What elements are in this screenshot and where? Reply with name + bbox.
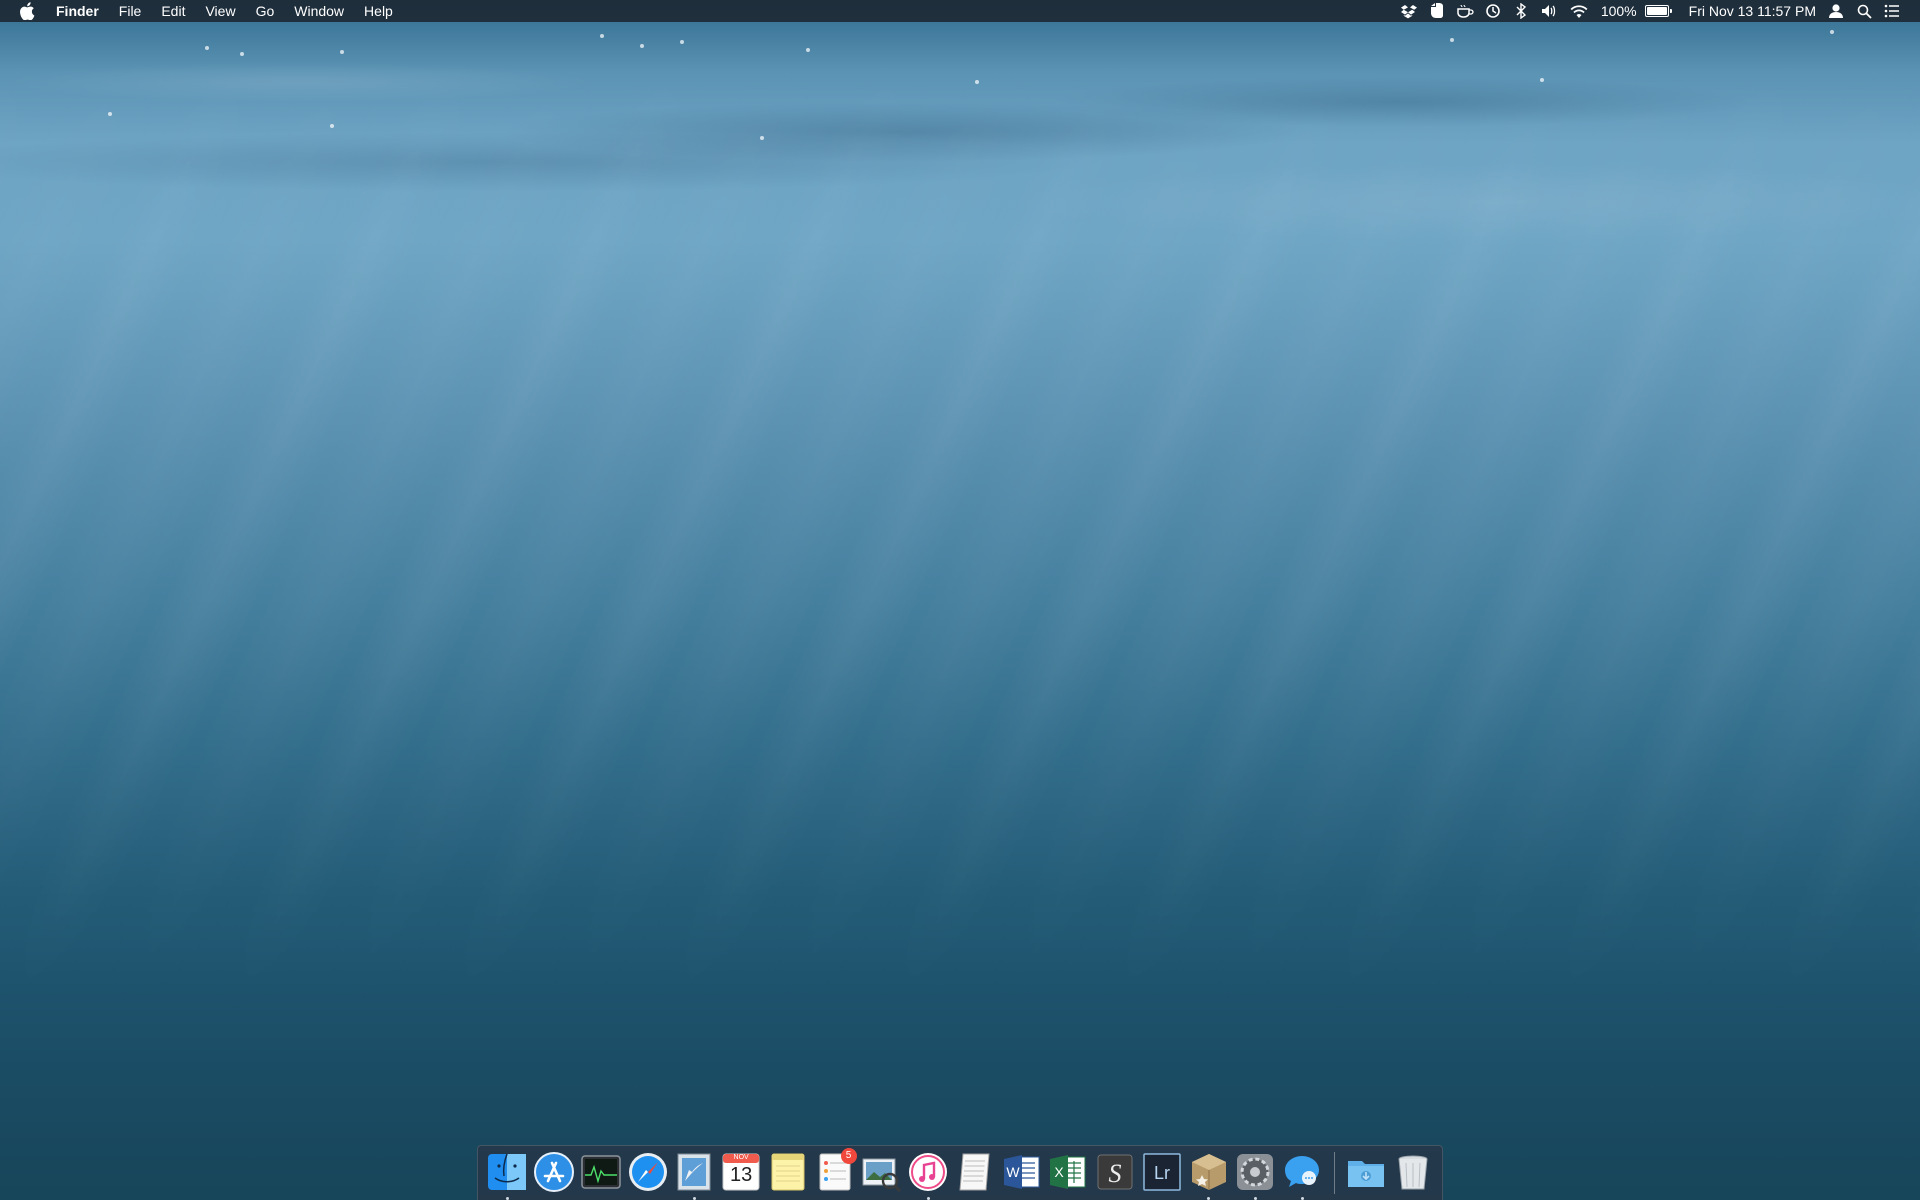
- textedit-icon: [959, 1153, 990, 1191]
- notes-icon: [771, 1153, 805, 1191]
- mail-icon: [677, 1153, 711, 1191]
- menu-finder[interactable]: Finder: [52, 0, 109, 22]
- word-letter: W: [1006, 1164, 1020, 1180]
- scrivener-icon: S: [1097, 1154, 1133, 1190]
- dock-finder[interactable]: [486, 1150, 530, 1200]
- bubble: [975, 80, 979, 84]
- time-machine-icon[interactable]: [1484, 2, 1502, 20]
- bubble: [760, 136, 764, 140]
- bubble: [340, 50, 344, 54]
- dropbox-icon[interactable]: [1400, 2, 1418, 20]
- dock-textedit[interactable]: [953, 1150, 997, 1194]
- trash-icon: [1398, 1155, 1428, 1190]
- dock-itunes[interactable]: [906, 1150, 950, 1200]
- spotlight-icon[interactable]: [1855, 2, 1873, 20]
- lightroom-letters: Lr: [1154, 1163, 1170, 1183]
- dock-activity-monitor[interactable]: [579, 1150, 623, 1194]
- dock-mail[interactable]: [673, 1150, 717, 1200]
- downloads-folder-icon: [1347, 1161, 1384, 1187]
- safari-icon: [628, 1153, 667, 1191]
- dock-scrivener[interactable]: S: [1093, 1150, 1137, 1194]
- bubble: [640, 44, 644, 48]
- dock-box-app[interactable]: [1187, 1150, 1231, 1200]
- messages-icon: [1285, 1156, 1320, 1187]
- dock-system-preferences[interactable]: [1234, 1150, 1278, 1200]
- clock[interactable]: Fri Nov 13 11:57 PM: [1689, 0, 1816, 22]
- menu-bar: Finder File Edit View Go Window Help 100…: [0, 0, 1920, 22]
- dock-preview[interactable]: [860, 1150, 904, 1194]
- dock: NOV 13 5 W X S Lr: [477, 1145, 1443, 1200]
- dock-app-store[interactable]: [532, 1150, 576, 1194]
- battery-percent[interactable]: 100%: [1601, 0, 1637, 22]
- word-icon: W: [1003, 1155, 1040, 1189]
- scrivener-letter: S: [1109, 1159, 1122, 1188]
- wallpaper-light-rays: [0, 0, 1920, 1200]
- bubble: [680, 40, 684, 44]
- user-icon[interactable]: [1827, 2, 1845, 20]
- lightroom-icon: Lr: [1143, 1153, 1181, 1191]
- menu-go[interactable]: Go: [246, 0, 285, 22]
- bubble: [205, 46, 209, 50]
- dock-messages[interactable]: [1280, 1150, 1324, 1200]
- dock-notes[interactable]: [766, 1150, 810, 1194]
- activity-monitor-icon: [581, 1155, 621, 1189]
- excel-icon: X: [1050, 1155, 1086, 1189]
- box-app-icon: [1191, 1154, 1226, 1190]
- menu-file[interactable]: File: [109, 0, 152, 22]
- apple-menu-icon[interactable]: [16, 0, 38, 22]
- caffeine-icon[interactable]: [1456, 2, 1474, 20]
- reminders-badge: 5: [840, 1148, 857, 1164]
- dock-downloads[interactable]: [1344, 1150, 1388, 1194]
- app-store-icon: [534, 1152, 575, 1192]
- dock-safari[interactable]: [626, 1150, 670, 1194]
- dock-trash[interactable]: [1391, 1150, 1435, 1194]
- evernote-icon[interactable]: [1428, 2, 1446, 20]
- bubble: [1450, 38, 1454, 42]
- excel-letter: X: [1055, 1164, 1065, 1180]
- dock-word[interactable]: W: [1000, 1150, 1044, 1194]
- bubble: [1830, 30, 1834, 34]
- menu-view[interactable]: View: [195, 0, 245, 22]
- bluetooth-icon[interactable]: [1512, 2, 1530, 20]
- calendar-day: 13: [730, 1164, 753, 1186]
- preview-icon: [862, 1158, 902, 1193]
- menu-edit[interactable]: Edit: [151, 0, 195, 22]
- dock-calendar[interactable]: NOV 13: [719, 1150, 763, 1194]
- desktop[interactable]: Finder File Edit View Go Window Help 100…: [0, 0, 1920, 1200]
- bubble: [240, 52, 244, 56]
- bubble: [330, 124, 334, 128]
- calendar-month: NOV: [733, 1154, 749, 1161]
- system-preferences-icon: [1237, 1154, 1274, 1190]
- menu-window[interactable]: Window: [284, 0, 354, 22]
- dock-lightroom[interactable]: Lr: [1140, 1150, 1184, 1194]
- dock-reminders[interactable]: 5: [813, 1148, 857, 1194]
- menu-bar-left: Finder File Edit View Go Window Help: [0, 0, 403, 22]
- battery-icon[interactable]: [1644, 5, 1672, 17]
- bubble: [1540, 78, 1544, 82]
- itunes-icon: [909, 1153, 948, 1191]
- dock-excel[interactable]: X: [1047, 1150, 1091, 1194]
- battery-level-fill: [1646, 7, 1667, 15]
- bubble: [108, 112, 112, 116]
- finder-icon: [488, 1153, 527, 1190]
- wifi-icon[interactable]: [1568, 2, 1590, 20]
- bubble: [806, 48, 810, 52]
- volume-icon[interactable]: [1540, 2, 1558, 20]
- dock-separator: [1333, 1152, 1335, 1194]
- menu-help[interactable]: Help: [354, 0, 403, 22]
- bubble: [600, 34, 604, 38]
- menu-bar-status: 100% Fri Nov 13 11:57 PM: [1395, 0, 1920, 22]
- notification-center-icon[interactable]: [1883, 2, 1901, 20]
